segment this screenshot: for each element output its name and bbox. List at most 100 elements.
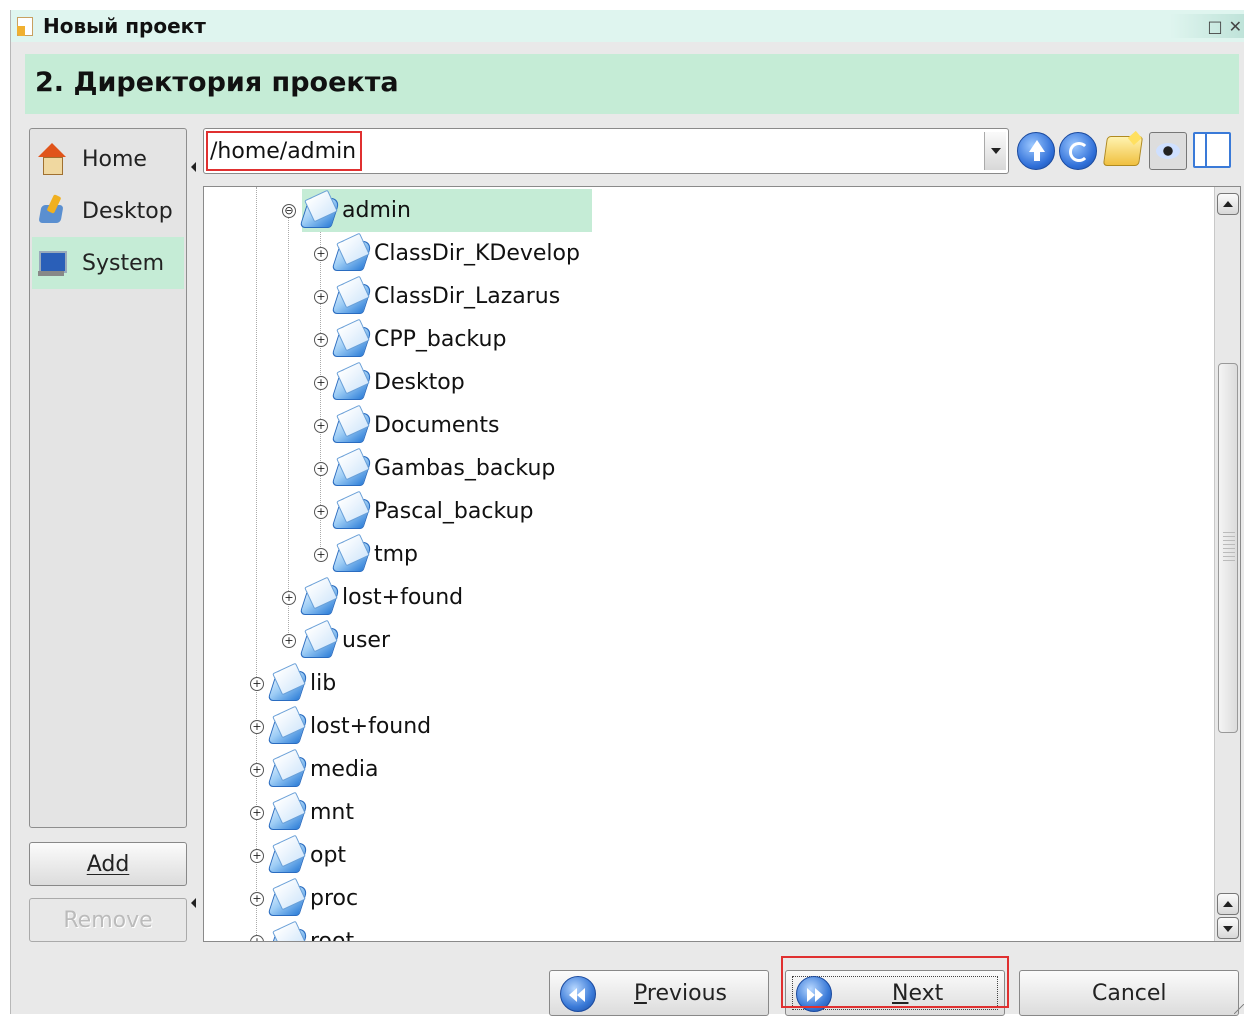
tree-row-label: lost+found [310, 714, 432, 739]
tree-row[interactable]: + opt [250, 834, 346, 877]
tree-row[interactable]: + user [282, 619, 390, 662]
tree-row-label: mnt [310, 800, 354, 825]
back-arrow-icon [560, 976, 596, 1012]
expand-icon[interactable]: + [314, 332, 328, 347]
step-title: 2. Директория проекта [35, 67, 399, 98]
directory-tree[interactable]: ⊖ admin + ClassDir_KDevelop + ClassDir_L… [203, 186, 1241, 942]
maximize-button[interactable]: □ [1207, 17, 1222, 36]
tree-row[interactable]: + Desktop [314, 361, 465, 404]
close-button[interactable]: ✕ [1229, 17, 1242, 36]
forward-arrow-icon [796, 976, 832, 1012]
expand-icon[interactable]: + [314, 246, 328, 261]
vertical-scrollbar[interactable] [1214, 187, 1240, 941]
folder-icon [270, 839, 308, 873]
location-input[interactable]: /home/admin [206, 131, 363, 171]
tree-row[interactable]: + ClassDir_KDevelop [314, 232, 580, 275]
folder-icon [270, 710, 308, 744]
tree-row[interactable]: + CPP_backup [314, 318, 506, 361]
place-desktop[interactable]: Desktop [32, 185, 184, 237]
splitter-handle-bottom[interactable] [191, 898, 196, 908]
tree-row[interactable]: + lost+found [282, 576, 463, 619]
expand-icon[interactable]: + [250, 891, 264, 906]
expand-icon[interactable]: + [282, 590, 296, 605]
add-button[interactable]: Add [29, 842, 187, 886]
scroll-up-button[interactable] [1217, 893, 1239, 915]
folder-icon [270, 796, 308, 830]
tree-row[interactable]: + proc [250, 877, 358, 920]
tree-row[interactable]: + Gambas_backup [314, 447, 555, 490]
scroll-up-button[interactable] [1217, 193, 1239, 215]
add-button-label: Add [86, 851, 130, 877]
tree-row-admin[interactable]: ⊖ admin [282, 189, 592, 232]
cancel-button[interactable]: Cancel [1019, 970, 1239, 1016]
next-button[interactable]: Next [785, 970, 1005, 1016]
up-icon[interactable] [1017, 132, 1055, 170]
system-icon [36, 247, 68, 279]
tree-row-label: Pascal_backup [374, 499, 534, 524]
folder-icon [334, 323, 372, 357]
cancel-button-label: Cancel [1092, 981, 1167, 1006]
collapse-icon[interactable]: ⊖ [282, 203, 296, 218]
expand-icon[interactable]: + [314, 418, 328, 433]
tree-row-label: ClassDir_KDevelop [374, 241, 580, 266]
tree-row[interactable]: + root [250, 920, 355, 942]
split-view-icon[interactable] [1193, 132, 1231, 168]
expand-icon[interactable]: + [250, 934, 264, 941]
expand-icon[interactable]: + [250, 762, 264, 777]
tree-row-label: root [310, 929, 355, 942]
folder-icon [302, 581, 340, 615]
expand-icon[interactable]: + [282, 633, 296, 648]
expand-icon[interactable]: + [250, 676, 264, 691]
tree-row-label: user [342, 628, 390, 653]
scroll-down-button[interactable] [1217, 917, 1239, 939]
splitter-handle-top[interactable] [191, 162, 196, 172]
tree-row[interactable]: + lib [250, 662, 336, 705]
title-bar[interactable]: Новый проект □ ✕ [11, 10, 1244, 42]
preview-icon[interactable] [1149, 132, 1187, 170]
place-system[interactable]: System [32, 237, 184, 289]
tree-row-label: Desktop [374, 370, 465, 395]
previous-button[interactable]: Previous [549, 970, 769, 1016]
folder-icon [302, 624, 340, 658]
folder-icon [334, 452, 372, 486]
place-home[interactable]: Home [32, 133, 184, 185]
reload-icon[interactable] [1059, 132, 1097, 170]
folder-icon [334, 538, 372, 572]
document-icon [17, 17, 33, 36]
tree-row[interactable]: + media [250, 748, 379, 791]
tree-row-label: proc [310, 886, 359, 911]
chevron-down-icon[interactable] [984, 132, 1006, 170]
tree-row-label: lost+found [342, 585, 464, 610]
new-folder-icon[interactable] [1102, 136, 1144, 166]
tree-row[interactable]: + tmp [314, 533, 418, 576]
remove-button: Remove [29, 898, 187, 942]
expand-icon[interactable]: + [314, 504, 328, 519]
scrollbar-thumb[interactable] [1218, 363, 1238, 733]
remove-button-label: Remove [63, 907, 153, 933]
tree-row[interactable]: + Pascal_backup [314, 490, 533, 533]
tree-row[interactable]: + ClassDir_Lazarus [314, 275, 560, 318]
tree-row-label: admin [342, 198, 411, 223]
expand-icon[interactable]: + [314, 547, 328, 562]
location-combobox[interactable]: /home/admin [203, 128, 1009, 174]
wizard-step-header: 2. Директория проекта [25, 54, 1239, 114]
folder-icon [270, 925, 308, 942]
place-label: Desktop [82, 198, 173, 224]
previous-button-label: Previous [634, 981, 727, 1006]
resize-grip[interactable] [1234, 1004, 1244, 1014]
new-project-window: Новый проект □ ✕ 2. Директория проекта H… [10, 10, 1244, 1016]
expand-icon[interactable]: + [250, 805, 264, 820]
expand-icon[interactable]: + [314, 375, 328, 390]
tree-row-label: CPP_backup [374, 327, 507, 352]
expand-icon[interactable]: + [314, 461, 328, 476]
folder-icon [334, 495, 372, 529]
expand-icon[interactable]: + [250, 719, 264, 734]
expand-icon[interactable]: + [314, 289, 328, 304]
tree-row[interactable]: + mnt [250, 791, 354, 834]
tree-row-label: opt [310, 843, 347, 868]
tree-row-label: lib [310, 671, 337, 696]
tree-row[interactable]: + Documents [314, 404, 499, 447]
tree-row[interactable]: + lost+found [250, 705, 431, 748]
desktop-icon [36, 195, 68, 227]
expand-icon[interactable]: + [250, 848, 264, 863]
